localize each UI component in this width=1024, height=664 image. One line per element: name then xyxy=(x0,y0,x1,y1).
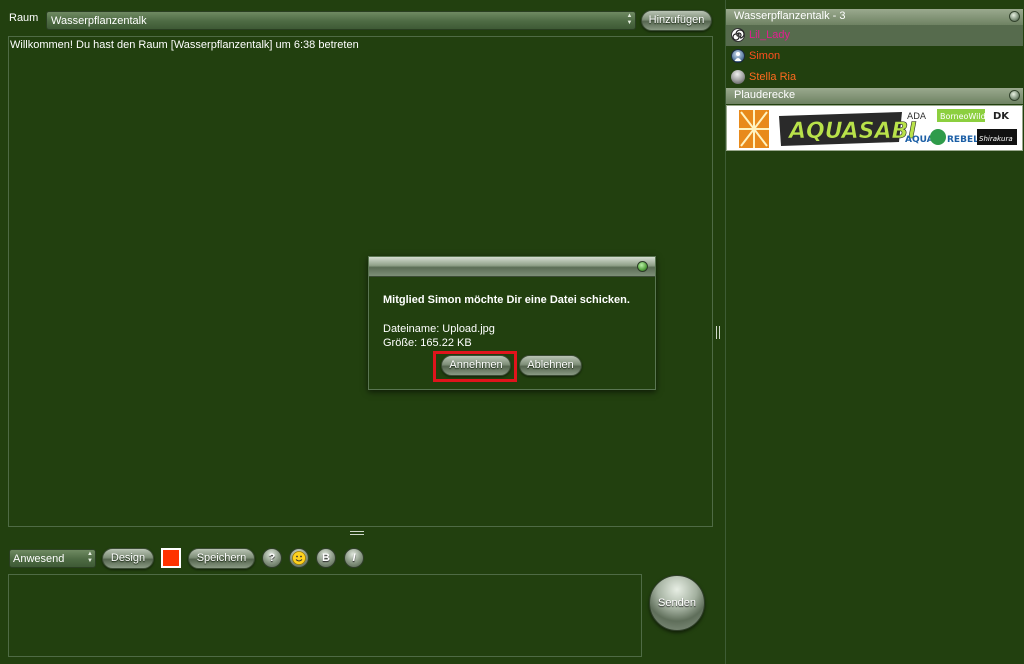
dialog-titlebar[interactable] xyxy=(369,257,655,277)
smiley-icon xyxy=(292,551,306,565)
grey-ball-icon xyxy=(731,70,745,84)
smiley-button[interactable] xyxy=(289,548,309,568)
bold-button[interactable]: B xyxy=(316,548,336,568)
text-color-swatch[interactable] xyxy=(161,548,181,568)
status-select[interactable]: Anwesend ▲ ▼ xyxy=(9,549,96,568)
room-select-value: Wasserpflanzentalk xyxy=(51,15,147,27)
italic-button[interactable]: I xyxy=(344,548,364,568)
design-button[interactable]: Design xyxy=(102,548,154,569)
room-users-header-label: Wasserpflanzentalk - 3 xyxy=(734,10,846,22)
banner-logo-text: AQUASABI xyxy=(787,119,916,144)
room-select[interactable]: Wasserpflanzentalk ▲ ▼ xyxy=(46,11,636,30)
horizontal-splitter-handle[interactable] xyxy=(350,531,364,535)
save-button[interactable]: Speichern xyxy=(188,548,255,569)
message-input[interactable] xyxy=(8,574,642,657)
dialog-filesize: Größe: 165.22 KB xyxy=(383,337,472,349)
plauderecke-header-label: Plauderecke xyxy=(734,89,796,101)
user-name: Lil_Lady xyxy=(749,29,790,41)
brand-label: BorneoWild xyxy=(940,112,986,121)
user-name: Simon xyxy=(749,50,781,62)
male-avatar-icon xyxy=(731,49,745,63)
add-room-button[interactable]: Hinzufügen xyxy=(641,10,712,31)
send-button[interactable]: Senden xyxy=(649,575,705,631)
plauderecke-header[interactable]: Plauderecke xyxy=(726,88,1023,104)
sponsor-banner[interactable]: AQUASABI ADA BorneoWild DK AQUA REBELL S… xyxy=(726,105,1023,151)
collapse-knob-icon[interactable] xyxy=(1009,90,1020,101)
dialog-filename: Dateiname: Upload.jpg xyxy=(383,323,495,335)
sponsor-banner-graphic: AQUASABI ADA BorneoWild DK AQUA REBELL S… xyxy=(739,109,1017,148)
accept-button[interactable]: Annehmen xyxy=(441,355,511,376)
spiral-icon xyxy=(731,28,745,42)
brand-label: AQUA xyxy=(905,135,934,145)
brand-label: ADA xyxy=(907,112,927,122)
user-row-simon[interactable]: Simon xyxy=(726,46,1023,67)
status-select-value: Anwesend xyxy=(13,553,65,565)
decline-button[interactable]: Ablehnen xyxy=(519,355,582,376)
room-label: Raum xyxy=(9,12,39,24)
user-row-lil-lady[interactable]: Lil_Lady xyxy=(726,25,1023,46)
welcome-message: Willkommen! Du hast den Raum [Wasserpfla… xyxy=(10,39,359,51)
dialog-status-light-icon xyxy=(637,261,648,272)
brand-label: Shirakura xyxy=(979,135,1013,143)
users-list: Lil_Lady Simon Stella Ria xyxy=(726,25,1023,88)
collapse-knob-icon[interactable] xyxy=(1009,11,1020,22)
dialog-message: Mitglied Simon möchte Dir eine Datei sch… xyxy=(383,294,630,306)
select-arrows-icon: ▲ ▼ xyxy=(87,551,93,564)
room-users-header[interactable]: Wasserpflanzentalk - 3 xyxy=(726,9,1023,25)
user-name: Stella Ria xyxy=(749,71,797,83)
user-row-stella-ria[interactable]: Stella Ria xyxy=(726,67,1023,88)
brand-label: DK xyxy=(993,111,1010,122)
help-button[interactable]: ? xyxy=(262,548,282,568)
select-arrows-icon: ▲ ▼ xyxy=(626,13,633,26)
vertical-splitter-handle[interactable] xyxy=(716,326,720,339)
